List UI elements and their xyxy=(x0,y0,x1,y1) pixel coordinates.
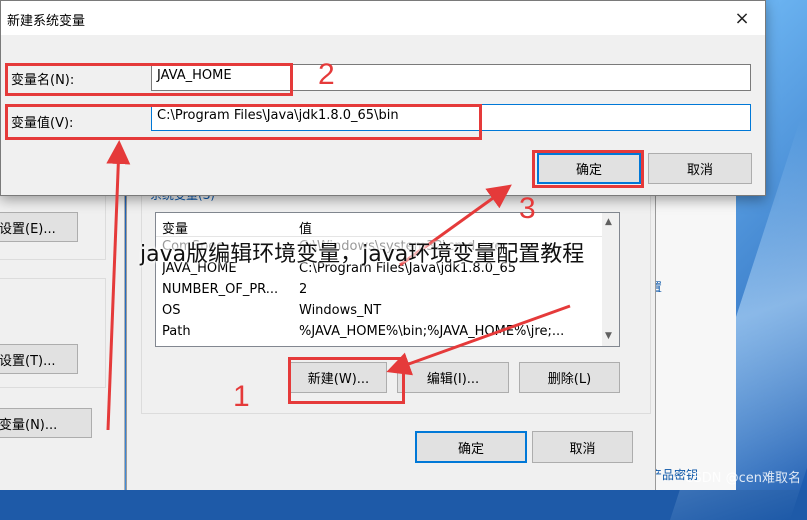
article-title-overlay: java版编辑环境变量，java环境变量配置教程 xyxy=(140,242,585,267)
step-number-3: 3 xyxy=(519,192,536,225)
arrow-to-new-button xyxy=(386,304,571,376)
step-number-1: 1 xyxy=(233,380,250,413)
arrow-to-value-field xyxy=(106,140,131,431)
watermark: CSDN @cen难取名 xyxy=(684,471,801,486)
step-number-2: 2 xyxy=(318,58,335,91)
